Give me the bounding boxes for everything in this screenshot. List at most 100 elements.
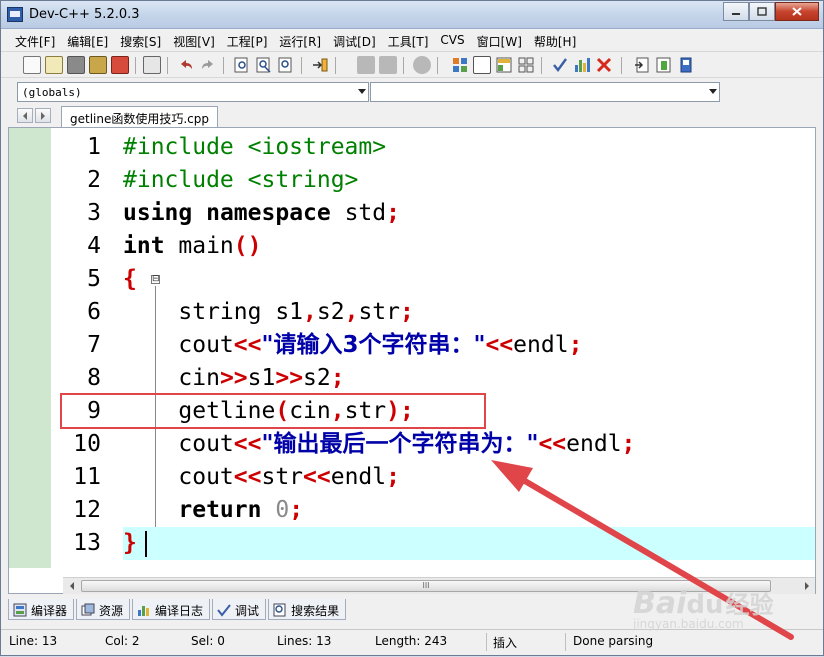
toolbar [1, 51, 823, 78]
tab-resources[interactable]: 资源 [76, 599, 131, 620]
project-add-icon[interactable] [655, 56, 673, 74]
print-icon[interactable] [143, 56, 161, 74]
tab-search-results[interactable]: 搜索结果 [268, 599, 347, 620]
menu-help[interactable]: 帮助[H] [528, 30, 582, 50]
tab-scroll-left-button[interactable] [17, 108, 33, 123]
tab-debug[interactable]: 调试 [212, 599, 267, 620]
code-line: { [123, 263, 815, 296]
close-button[interactable] [775, 2, 819, 21]
menu-run[interactable]: 运行[R] [273, 30, 327, 50]
code-token: ; [330, 365, 345, 391]
toolbar-separator [403, 57, 404, 74]
code-token: #include <string> [123, 167, 359, 193]
code-token: << [538, 431, 567, 457]
menu-bar: 文件[F] 编辑[E] 搜索[S] 视图[V] 工程[P] 运行[R] 调试[D… [1, 30, 823, 50]
code-token: "请输入3个字符串：" [261, 332, 486, 358]
find-next-icon[interactable] [277, 56, 295, 74]
code-editor[interactable]: 1 2 3 4 5 6 7 8 9 10 11 12 13 ⊟ #include… [8, 127, 816, 594]
project-new-icon[interactable] [633, 56, 651, 74]
toolbar-separator [223, 57, 224, 74]
grid-icon[interactable] [517, 56, 535, 74]
find-icon[interactable] [233, 56, 251, 74]
app-icon [7, 7, 23, 22]
minimize-button[interactable] [723, 2, 749, 21]
tab-compile-log[interactable]: 编译日志 [132, 599, 211, 620]
goto-line-icon[interactable] [311, 56, 329, 74]
menu-debug[interactable]: 调试[D] [327, 30, 382, 50]
code-token: s1 [247, 365, 276, 391]
code-text-area[interactable]: #include <iostream> #include <string> us… [123, 128, 815, 568]
new-window-icon[interactable] [473, 56, 491, 74]
tab-resources-label: 资源 [99, 603, 124, 618]
layout-icon[interactable] [495, 56, 513, 74]
code-token: cout [123, 464, 234, 490]
undo-icon[interactable] [177, 56, 195, 74]
code-token: string s1 [123, 299, 304, 325]
maximize-button[interactable] [749, 2, 775, 21]
indent-icon[interactable] [357, 56, 375, 74]
open-file-icon[interactable] [45, 56, 63, 74]
delete-icon[interactable] [595, 56, 613, 74]
menu-view[interactable]: 视图[V] [167, 30, 221, 50]
minimize-icon [732, 12, 740, 15]
project-options-icon[interactable] [677, 56, 695, 74]
scroll-left-button[interactable] [63, 578, 80, 594]
file-tab-bar: getline函数使用技巧.cpp [1, 105, 823, 128]
chevron-right-icon [41, 111, 45, 120]
chevron-left-icon [69, 582, 74, 590]
toolbar-separator [621, 57, 622, 74]
watermark-paw: du [686, 590, 724, 620]
toolbar-separator [301, 57, 302, 74]
resources-icon [81, 603, 95, 616]
tab-compiler[interactable]: 编译器 [8, 599, 75, 620]
scope-dropdown[interactable]: (globals) [17, 82, 369, 102]
code-token: endl [566, 431, 622, 457]
scope-dropdown-value: (globals) [22, 86, 82, 99]
tab-search-results-label: 搜索结果 [291, 603, 340, 618]
redo-icon[interactable] [199, 56, 217, 74]
profile-chart-icon[interactable] [573, 56, 591, 74]
code-token: std [330, 200, 387, 226]
tab-scroll-right-button[interactable] [35, 108, 51, 123]
editor-margin [9, 128, 51, 568]
line-number: 7 [87, 332, 101, 358]
code-line: cout<<str<<endl; [123, 461, 815, 494]
code-line-active: } [123, 527, 815, 560]
menu-file[interactable]: 文件[F] [9, 30, 61, 50]
close-file-icon[interactable] [111, 56, 129, 74]
code-token: s2 [316, 299, 345, 325]
toggle-comment-icon[interactable] [413, 56, 431, 74]
code-token: endl [330, 464, 387, 490]
save-all-icon[interactable] [89, 56, 107, 74]
class-browser-icon[interactable] [451, 56, 469, 74]
code-token: , [303, 299, 317, 325]
code-line: string s1,s2,str; [123, 296, 815, 329]
new-file-icon[interactable] [23, 56, 41, 74]
code-token: cout [123, 431, 234, 457]
menu-project[interactable]: 工程[P] [221, 30, 274, 50]
chevron-down-icon [709, 89, 717, 94]
tab-source-file[interactable]: getline函数使用技巧.cpp [61, 106, 219, 128]
menu-cvs[interactable]: CVS [434, 30, 470, 50]
replace-icon[interactable] [255, 56, 273, 74]
status-lines: Lines: 13 [277, 634, 332, 648]
check-syntax-icon[interactable] [551, 56, 569, 74]
code-line: cin>>s1>>s2; [123, 362, 815, 395]
unindent-icon[interactable] [379, 56, 397, 74]
save-icon[interactable] [67, 56, 85, 74]
menu-edit[interactable]: 编辑[E] [61, 30, 114, 50]
code-token: ; [386, 200, 400, 226]
bar-chart-icon [138, 606, 150, 616]
code-token: cout [123, 332, 234, 358]
menu-window[interactable]: 窗口[W] [471, 30, 528, 50]
chevron-down-icon [358, 89, 366, 94]
watermark-cn: 经验 [725, 591, 774, 619]
menu-search[interactable]: 搜索[S] [114, 30, 167, 50]
window-title: Dev-C++ 5.2.0.3 [29, 7, 140, 22]
menu-tools[interactable]: 工具[T] [382, 30, 435, 50]
title-bar: Dev-C++ 5.2.0.3 [1, 1, 823, 29]
tab-compile-log-label: 编译日志 [155, 603, 204, 618]
member-dropdown[interactable] [370, 82, 720, 102]
status-col: Col: 2 [105, 634, 140, 648]
scroll-right-button[interactable] [798, 578, 815, 594]
